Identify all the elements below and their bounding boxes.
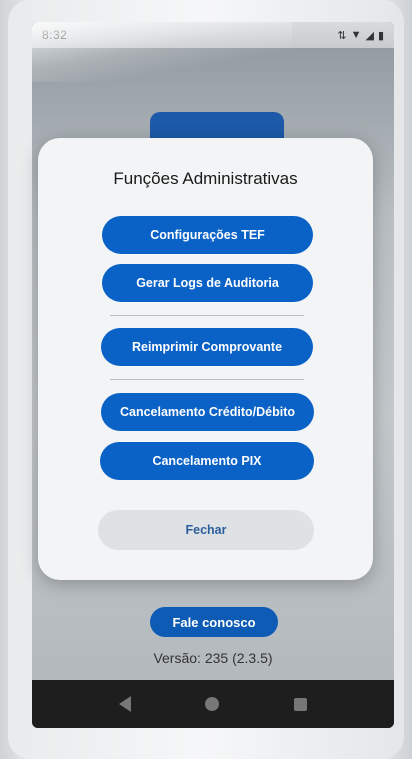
status-bar: 8:32 ⇅ ▼ ◢ ▮ xyxy=(32,22,394,48)
status-time: 8:32 xyxy=(42,28,68,42)
version-text: Versão: 235 (2.3.5) xyxy=(153,650,273,666)
close-button[interactable]: Fechar xyxy=(98,510,314,550)
divider xyxy=(110,315,304,316)
navigation-bar xyxy=(32,680,394,728)
cancel-pix-button[interactable]: Cancelamento PIX xyxy=(100,442,314,480)
audit-logs-button[interactable]: Gerar Logs de Auditoria xyxy=(102,264,313,302)
wifi-icon: ▼ xyxy=(350,29,362,41)
contact-button[interactable]: Fale conosco xyxy=(150,607,278,637)
battery-icon: ▮ xyxy=(377,29,384,42)
divider xyxy=(110,379,304,380)
dialog-title: Funções Administrativas xyxy=(113,169,298,188)
recent-apps-icon[interactable] xyxy=(293,697,307,711)
tef-settings-button[interactable]: Configurações TEF xyxy=(102,216,313,254)
data-arrows-icon: ⇅ xyxy=(337,29,347,42)
cancel-credit-debit-button[interactable]: Cancelamento Crédito/Débito xyxy=(101,393,314,431)
signal-icon: ◢ xyxy=(365,29,374,42)
admin-functions-dialog: Funções Administrativas Configurações TE… xyxy=(38,138,373,580)
home-icon[interactable] xyxy=(205,697,220,711)
back-icon[interactable] xyxy=(119,696,132,712)
reprint-receipt-button[interactable]: Reimprimir Comprovante xyxy=(101,328,313,366)
status-icons: ⇅ ▼ ◢ ▮ xyxy=(337,29,384,42)
